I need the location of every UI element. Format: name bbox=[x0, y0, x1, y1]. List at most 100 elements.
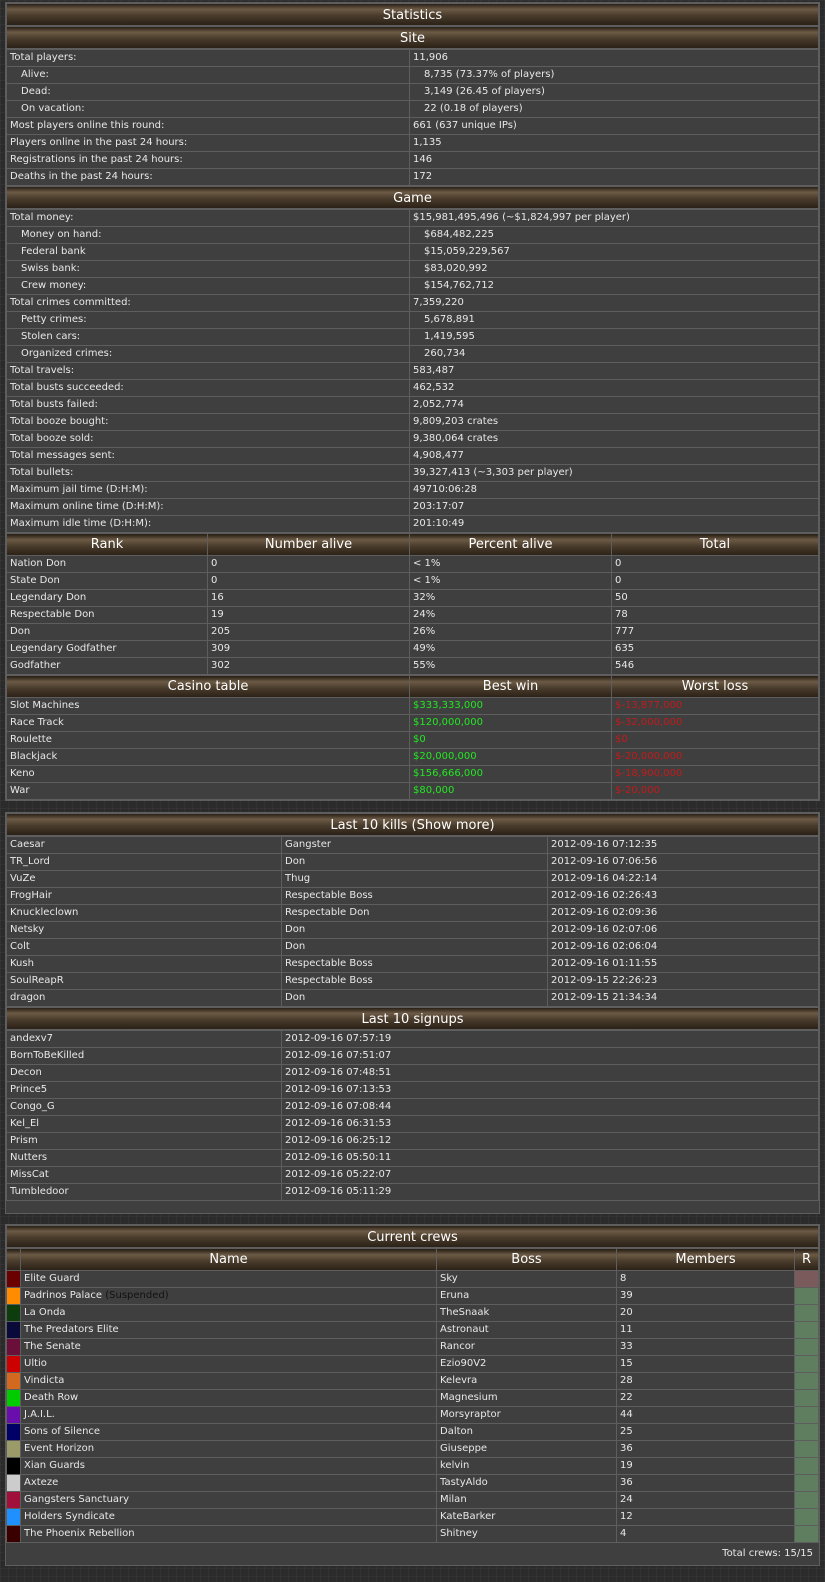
crew-name[interactable]: Axteze bbox=[24, 1477, 58, 1488]
game-row: Maximum jail time (D:H:M): 49710:06:28 bbox=[6, 481, 819, 499]
crew-name[interactable]: J.A.I.L. bbox=[24, 1409, 55, 1420]
signup-name[interactable]: andexv7 bbox=[6, 1030, 282, 1048]
percent-alive-header[interactable]: Percent alive bbox=[409, 533, 612, 556]
crew-name[interactable]: La Onda bbox=[24, 1307, 66, 1318]
crew-boss[interactable]: kelvin bbox=[436, 1457, 617, 1475]
site-label: Alive: bbox=[6, 66, 410, 84]
signup-name[interactable]: Decon bbox=[6, 1064, 282, 1082]
rank-percent-alive: 24% bbox=[409, 606, 612, 624]
crew-boss[interactable]: TastyAldo bbox=[436, 1474, 617, 1492]
crew-name[interactable]: The Phoenix Rebellion bbox=[24, 1528, 135, 1539]
crew-color-swatch bbox=[6, 1389, 21, 1407]
crew-boss[interactable]: Dalton bbox=[436, 1423, 617, 1441]
crew-name[interactable]: Gangsters Sanctuary bbox=[24, 1494, 129, 1505]
crew-name[interactable]: Holders Syndicate bbox=[24, 1511, 115, 1522]
crew-color-swatch bbox=[6, 1270, 21, 1288]
game-row: Maximum idle time (D:H:M): 201:10:49 bbox=[6, 515, 819, 533]
crew-boss[interactable]: KateBarker bbox=[436, 1508, 617, 1526]
crew-name-header[interactable]: Name bbox=[20, 1248, 437, 1271]
kill-victim[interactable]: Colt bbox=[6, 938, 282, 956]
signup-name[interactable]: Congo_G bbox=[6, 1098, 282, 1116]
signup-name[interactable]: Kel_El bbox=[6, 1115, 282, 1133]
kill-time: 2012-09-16 04:22:14 bbox=[547, 870, 819, 888]
kill-victim[interactable]: SoulReapR bbox=[6, 972, 282, 990]
kill-victim[interactable]: VuZe bbox=[6, 870, 282, 888]
kill-victim[interactable]: Kush bbox=[6, 955, 282, 973]
crew-boss[interactable]: Giuseppe bbox=[436, 1440, 617, 1458]
crew-name[interactable]: Ultio bbox=[24, 1358, 47, 1369]
rank-total: 777 bbox=[611, 623, 819, 641]
game-value: 5,678,891 bbox=[409, 311, 819, 329]
casino-best-win: $156,666,000 bbox=[409, 765, 612, 783]
crew-name-cell: Padrinos Palace (Suspended) bbox=[20, 1287, 437, 1305]
kill-rank: Respectable Boss bbox=[281, 955, 548, 973]
crew-members: 19 bbox=[616, 1457, 795, 1475]
rank-row: Godfather 302 55% 546 bbox=[6, 657, 819, 675]
crew-boss-header[interactable]: Boss bbox=[436, 1248, 617, 1271]
rank-row: Legendary Don 16 32% 50 bbox=[6, 589, 819, 607]
rank-total: 0 bbox=[611, 555, 819, 573]
crew-boss[interactable]: Astronaut bbox=[436, 1321, 617, 1339]
number-alive-header[interactable]: Number alive bbox=[207, 533, 410, 556]
crew-name[interactable]: Event Horizon bbox=[24, 1443, 94, 1454]
signup-name[interactable]: Prism bbox=[6, 1132, 282, 1150]
game-label: Total busts failed: bbox=[6, 396, 410, 414]
crew-boss[interactable]: Milan bbox=[436, 1491, 617, 1509]
crew-color-swatch bbox=[6, 1423, 21, 1441]
kill-victim[interactable]: FrogHair bbox=[6, 887, 282, 905]
site-row: Players online in the past 24 hours: 1,13… bbox=[6, 134, 819, 152]
crew-r-header[interactable]: R bbox=[794, 1248, 819, 1271]
signup-name[interactable]: BornToBeKilled bbox=[6, 1047, 282, 1065]
signup-name[interactable]: Tumbledoor bbox=[6, 1183, 282, 1201]
casino-worst-loss: $-20,000,000 bbox=[611, 748, 819, 766]
kill-victim[interactable]: Knuckleclown bbox=[6, 904, 282, 922]
casino-best-win: $0 bbox=[409, 731, 612, 749]
signup-row: MissCat 2012-09-16 05:22:07 bbox=[6, 1166, 819, 1184]
kill-victim[interactable]: Netsky bbox=[6, 921, 282, 939]
crew-boss[interactable]: Sky bbox=[436, 1270, 617, 1288]
signup-name[interactable]: Nutters bbox=[6, 1149, 282, 1167]
crew-name[interactable]: Xian Guards bbox=[24, 1460, 85, 1471]
crew-recruiting-indicator bbox=[794, 1423, 819, 1441]
crew-name[interactable]: Padrinos Palace bbox=[24, 1290, 102, 1301]
last-kills-title[interactable]: Last 10 kills (Show more) bbox=[6, 813, 819, 836]
total-header[interactable]: Total bbox=[611, 533, 819, 556]
crew-boss[interactable]: Eruna bbox=[436, 1287, 617, 1305]
crew-name[interactable]: Death Row bbox=[24, 1392, 78, 1403]
crew-boss[interactable]: Rancor bbox=[436, 1338, 617, 1356]
crew-members: 4 bbox=[616, 1525, 795, 1543]
crew-name-cell: Axteze bbox=[20, 1474, 437, 1492]
crew-members: 24 bbox=[616, 1491, 795, 1509]
crew-boss[interactable]: Magnesium bbox=[436, 1389, 617, 1407]
game-value: $83,020,992 bbox=[409, 260, 819, 278]
game-value: 260,734 bbox=[409, 345, 819, 363]
rank-number-alive: 309 bbox=[207, 640, 410, 658]
crew-boss[interactable]: Kelevra bbox=[436, 1372, 617, 1390]
crew-name[interactable]: Vindicta bbox=[24, 1375, 64, 1386]
signup-name[interactable]: Prince5 bbox=[6, 1081, 282, 1099]
kill-victim[interactable]: dragon bbox=[6, 989, 282, 1007]
crew-name[interactable]: The Senate bbox=[24, 1341, 81, 1352]
game-label: Total travels: bbox=[6, 362, 410, 380]
crew-name[interactable]: Elite Guard bbox=[24, 1273, 80, 1284]
crew-boss[interactable]: TheSnaak bbox=[436, 1304, 617, 1322]
crew-name[interactable]: Sons of Silence bbox=[24, 1426, 100, 1437]
rank-header[interactable]: Rank bbox=[6, 533, 208, 556]
crew-name-cell: J.A.I.L. bbox=[20, 1406, 437, 1424]
crew-name[interactable]: The Predators Elite bbox=[24, 1324, 119, 1335]
game-row: Crew money: $154,762,712 bbox=[6, 277, 819, 295]
kill-victim[interactable]: TR_Lord bbox=[6, 853, 282, 871]
kills-table: Caesar Gangster 2012-09-16 07:12:35 TR_Lord… bbox=[6, 836, 819, 1007]
kill-victim[interactable]: Caesar bbox=[6, 836, 282, 854]
crew-row: Vindicta Kelevra 28 bbox=[6, 1372, 819, 1390]
crew-members-header[interactable]: Members bbox=[616, 1248, 795, 1271]
crew-boss[interactable]: Morsyraptor bbox=[436, 1406, 617, 1424]
crew-members: 12 bbox=[616, 1508, 795, 1526]
game-row: Federal bank $15,059,229,567 bbox=[6, 243, 819, 261]
crew-boss[interactable]: Shitney bbox=[436, 1525, 617, 1543]
kill-row: VuZe Thug 2012-09-16 04:22:14 bbox=[6, 870, 819, 888]
game-row: Total busts failed: 2,052,774 bbox=[6, 396, 819, 414]
crew-boss[interactable]: Ezio90V2 bbox=[436, 1355, 617, 1373]
casino-worst-loss: $-32,000,000 bbox=[611, 714, 819, 732]
signup-name[interactable]: MissCat bbox=[6, 1166, 282, 1184]
